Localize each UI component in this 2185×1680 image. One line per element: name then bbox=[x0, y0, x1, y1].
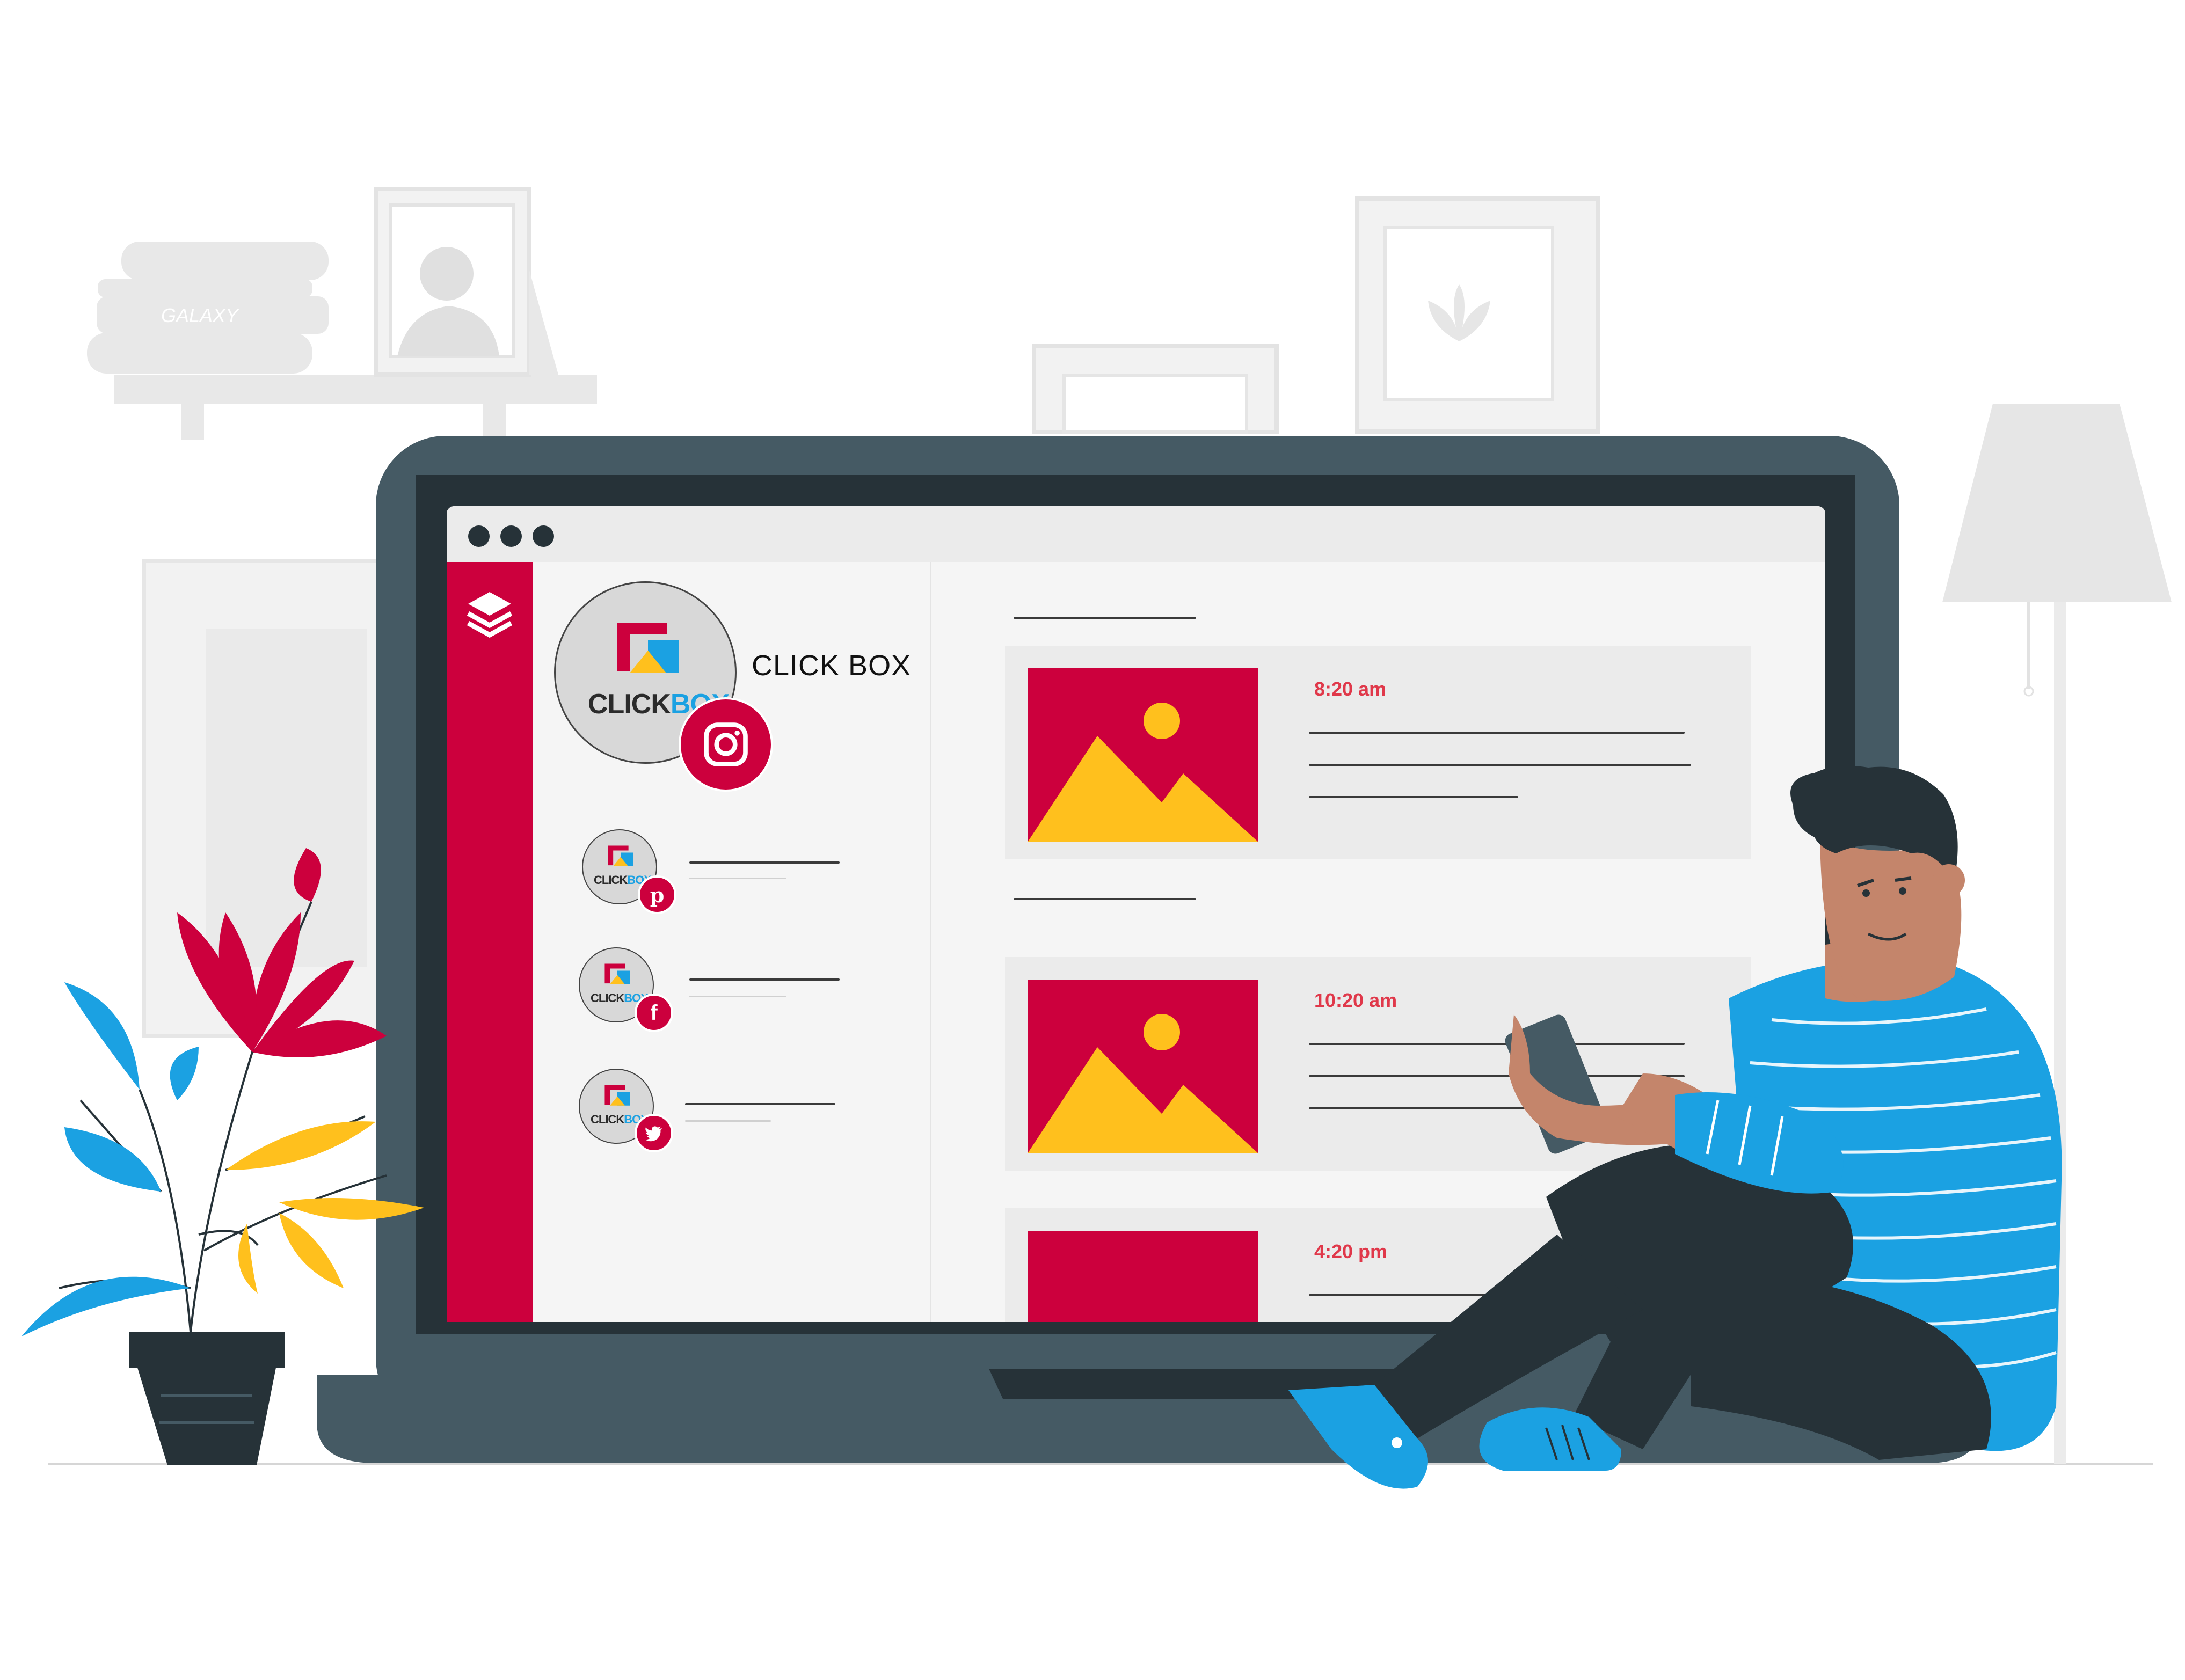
potted-plant bbox=[21, 848, 424, 1465]
foreground-illustration bbox=[21, 765, 2062, 1489]
person-with-phone bbox=[1288, 765, 2062, 1489]
